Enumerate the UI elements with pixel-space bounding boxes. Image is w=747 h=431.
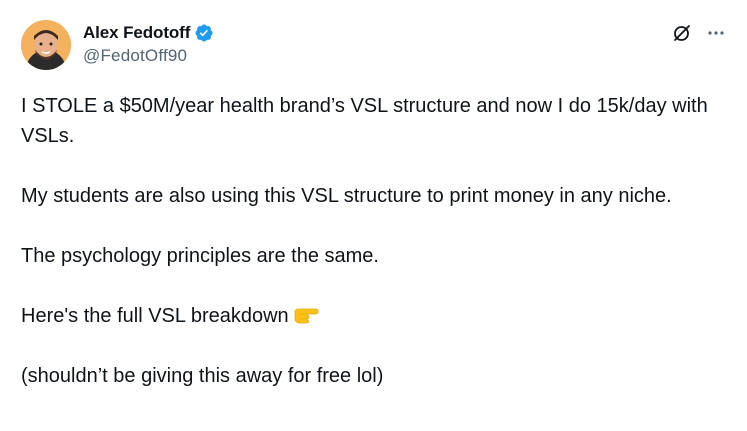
avatar-image [21, 20, 71, 70]
handle[interactable]: @FedotOff90 [83, 46, 214, 66]
tweet-card: Alex Fedotoff @FedotOff90 I STOLE a $50M… [0, 0, 747, 431]
tweet-paragraph-2: My students are also using this VSL stru… [21, 185, 672, 207]
tweet-paragraph-5: (shouldn’t be giving this away for free … [21, 365, 384, 387]
tweet-text: I STOLE a $50M/year health brand’s VSL s… [21, 91, 731, 421]
grok-icon[interactable] [671, 22, 693, 44]
more-options-icon[interactable] [705, 22, 727, 44]
avatar[interactable] [21, 20, 71, 70]
top-actions [671, 22, 727, 44]
display-name[interactable]: Alex Fedotoff [83, 23, 190, 43]
tweet-paragraph-3: The psychology principles are the same. [21, 245, 379, 267]
verified-badge-icon[interactable] [194, 23, 214, 43]
tweet-paragraph-4: Here's the full VSL breakdown [21, 301, 731, 331]
backhand-index-pointing-right-emoji [293, 304, 319, 324]
tweet-paragraph-4-text: Here's the full VSL breakdown [21, 305, 289, 327]
name-row: Alex Fedotoff [83, 22, 214, 44]
tweet-paragraph-1: I STOLE a $50M/year health brand’s VSL s… [21, 95, 714, 147]
author-block: Alex Fedotoff @FedotOff90 [83, 22, 214, 66]
